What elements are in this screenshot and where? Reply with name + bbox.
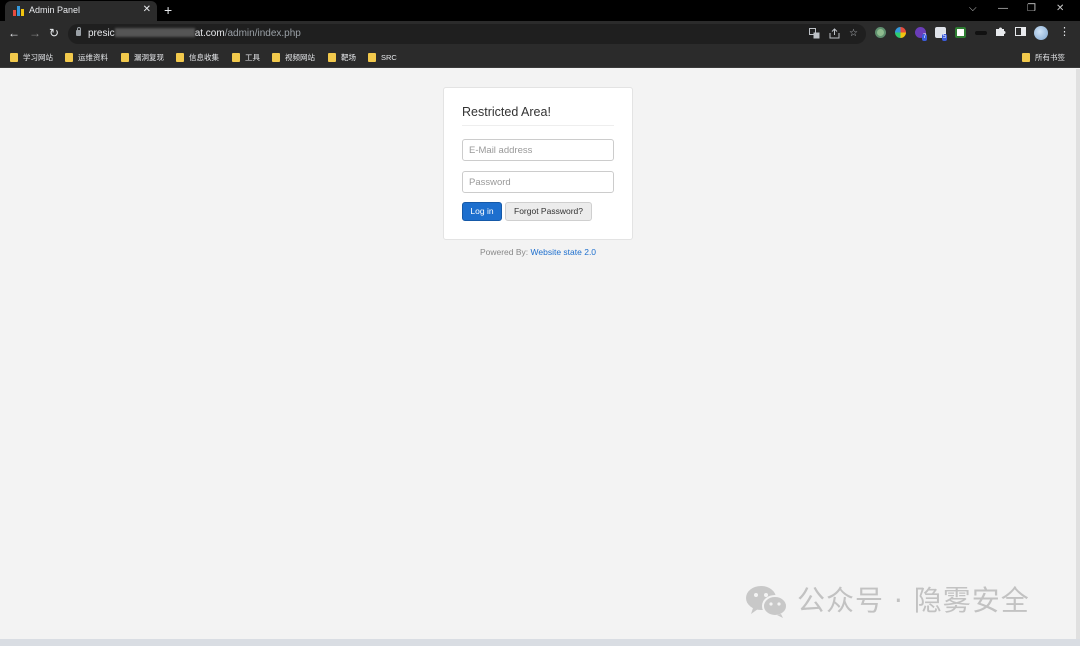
extension-white-icon[interactable] [955,27,966,38]
folder-icon [10,53,18,62]
bookmark-folder[interactable]: 工具 [232,52,260,63]
folder-icon [176,53,184,62]
redacted-domain [114,28,195,37]
close-window-button[interactable]: ✕ [1056,3,1064,15]
restore-button[interactable]: ❐ [1027,3,1036,15]
window-bottom-edge [0,639,1080,646]
extension-green-icon[interactable] [875,27,886,38]
email-field[interactable] [462,139,614,161]
new-tab-button[interactable]: + [164,2,172,18]
wechat-logo-icon [746,586,788,618]
bookmark-folder[interactable]: SRC [368,52,397,63]
folder-icon [121,53,129,62]
folder-icon [65,53,73,62]
folder-icon [1022,53,1030,62]
password-field[interactable] [462,171,614,193]
tab-title: Admin Panel [29,5,81,15]
tab-admin-panel[interactable]: Admin Panel ✕ [5,1,157,21]
extension-dark-icon[interactable] [975,31,987,35]
minimize-button[interactable]: — [998,3,1008,15]
folder-icon [328,53,336,62]
close-tab-icon[interactable]: ✕ [143,4,151,16]
bookmark-folder[interactable]: 漏洞复现 [121,52,164,63]
folder-icon [232,53,240,62]
page-scrollbar[interactable] [1076,69,1080,639]
lock-icon[interactable] [76,27,81,36]
folder-icon [272,53,280,62]
browser-toolbar: ← → ↻ presic at.com/admin/index.php ☆ 7 5… [0,21,1080,47]
bookmark-folder[interactable]: 视频网站 [272,52,315,63]
watermark-text: 公众号 · 隐雾安全 [797,584,1030,617]
translate-icon[interactable] [809,28,820,43]
forgot-password-button[interactable]: Forgot Password? [505,202,592,221]
heading-divider [462,125,614,126]
bookmark-star-icon[interactable]: ☆ [849,28,858,40]
tab-search-icon[interactable]: ⌵ [969,3,977,15]
back-button[interactable]: ← [8,26,20,40]
share-icon[interactable] [829,28,840,43]
login-panel: Restricted Area! Log in Forgot Password? [443,87,633,240]
bookmark-folder[interactable]: 信息收集 [176,52,219,63]
bookmarks-bar: 学习网站 运维资料 漏洞复现 信息收集 工具 视频网站 靶场 SRC 所有书签 [0,47,1080,68]
powered-by-label: Powered By: [479,247,529,257]
puzzle-extensions-icon[interactable] [995,26,1006,41]
url-text[interactable]: presic at.com/admin/index.php [88,28,301,39]
login-heading: Restricted Area! [462,105,551,119]
bookmark-folder[interactable]: 运维资料 [65,52,108,63]
bar-chart-favicon-icon [13,6,24,16]
folder-icon [368,53,376,62]
bookmark-folder[interactable]: 学习网站 [10,52,53,63]
bookmark-folder[interactable]: 靶场 [328,52,356,63]
reload-button[interactable]: ↻ [49,26,59,40]
extension-badge: 5 [942,34,948,41]
all-bookmarks-folder[interactable]: 所有书签 [1022,52,1065,63]
address-bar[interactable]: presic at.com/admin/index.php ☆ [68,24,866,44]
side-panel-icon[interactable] [1015,26,1026,41]
menu-kebab-icon[interactable]: ⋮ [1059,26,1070,39]
forward-button[interactable]: → [29,26,41,40]
extension-badge: 7 [922,34,928,41]
extension-colorful-icon[interactable] [895,27,906,38]
login-button[interactable]: Log in [462,202,502,221]
profile-avatar[interactable] [1034,26,1048,40]
powered-by-footer: Powered By: Website state 2.0 [443,247,633,257]
powered-by-link[interactable]: Website state 2.0 [531,247,597,257]
tab-strip: Admin Panel ✕ + ⌵ — ❐ ✕ [0,0,1080,21]
